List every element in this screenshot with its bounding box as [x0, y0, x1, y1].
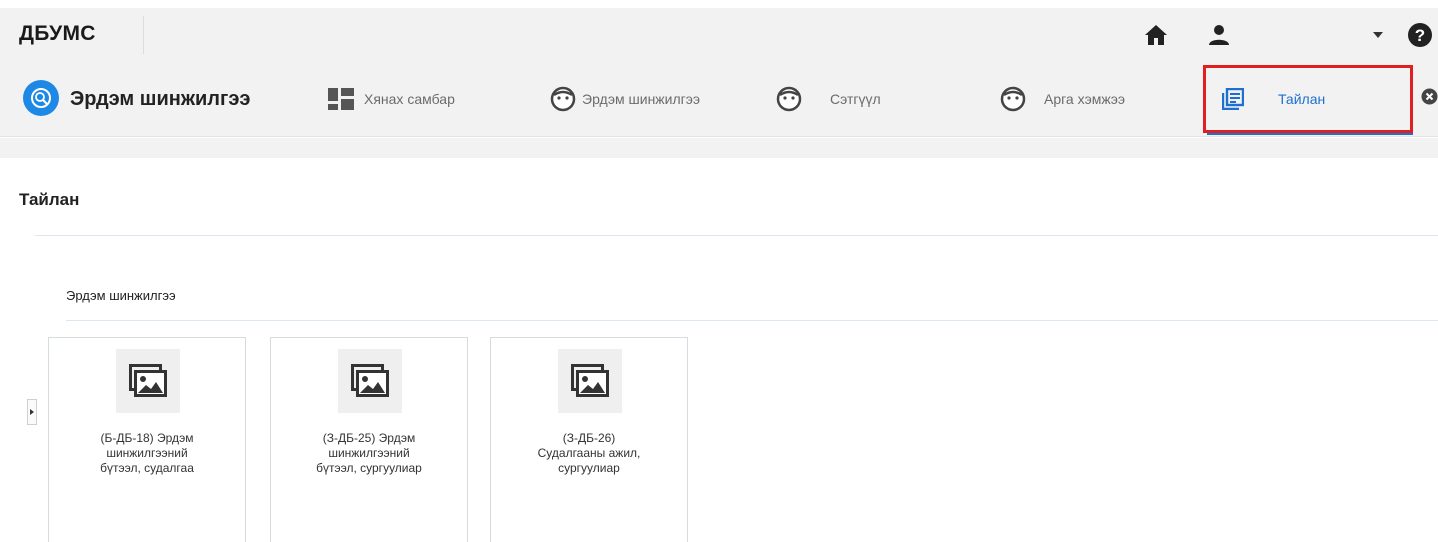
brand-divider — [143, 16, 144, 54]
module-title: Эрдэм шинжилгээ — [70, 88, 251, 110]
active-tab-underline — [1207, 133, 1413, 135]
user-icon[interactable] — [1206, 22, 1232, 48]
report-card-label: (З-ДБ-25) Эрдэм шинжилгээний бүтээл, сур… — [316, 431, 422, 475]
face-icon — [550, 86, 576, 112]
image-placeholder-icon — [338, 349, 402, 413]
dashboard-icon — [328, 88, 354, 110]
section-title: Эрдэм шинжилгээ — [66, 288, 176, 303]
nav-item-journal[interactable]: Сэтгүүл — [776, 79, 881, 119]
report-card-label: (Б-ДБ-18) Эрдэм шинжилгээний бүтээл, суд… — [100, 431, 194, 475]
report-card[interactable]: (З-ДБ-25) Эрдэм шинжилгээний бүтээл, сур… — [270, 337, 468, 542]
nav-item-events[interactable]: Арга хэмжээ — [1000, 79, 1125, 119]
expand-panel-toggle[interactable] — [27, 399, 37, 425]
research-module-icon[interactable] — [23, 80, 59, 116]
face-icon — [1000, 86, 1026, 112]
nav-item-dashboard[interactable]: Хянах самбар — [328, 79, 455, 119]
top-header: ДБУМС ? — [0, 8, 1438, 61]
report-card[interactable]: (З-ДБ-26) Судалгааны ажил, сургуулиар — [490, 337, 688, 542]
image-placeholder-icon — [116, 349, 180, 413]
svg-text:?: ? — [1415, 26, 1425, 45]
active-tab-highlight — [1203, 65, 1413, 133]
nav-item-label: Сэтгүүл — [830, 91, 881, 107]
nav-item-label: Хянах самбар — [364, 91, 455, 107]
title-divider — [35, 235, 1438, 236]
face-icon — [776, 86, 802, 112]
help-icon[interactable]: ? — [1407, 22, 1433, 48]
nav-shadow-band — [0, 138, 1438, 158]
nav-item-label: Эрдэм шинжилгээ — [582, 91, 701, 107]
home-icon[interactable] — [1143, 22, 1169, 48]
image-placeholder-icon — [558, 349, 622, 413]
dropdown-caret-icon[interactable] — [1365, 22, 1391, 48]
report-card[interactable]: (Б-ДБ-18) Эрдэм шинжилгээний бүтээл, суд… — [48, 337, 246, 542]
section-divider — [66, 320, 1438, 321]
nav-item-research[interactable]: Эрдэм шинжилгээ — [550, 79, 700, 119]
report-card-label: (З-ДБ-26) Судалгааны ажил, сургуулиар — [537, 431, 641, 475]
close-circle-icon[interactable] — [1421, 88, 1438, 110]
page-title: Тайлан — [19, 190, 80, 209]
brand-title[interactable]: ДБУМС — [19, 22, 96, 46]
nav-item-label: Арга хэмжээ — [1044, 91, 1126, 107]
